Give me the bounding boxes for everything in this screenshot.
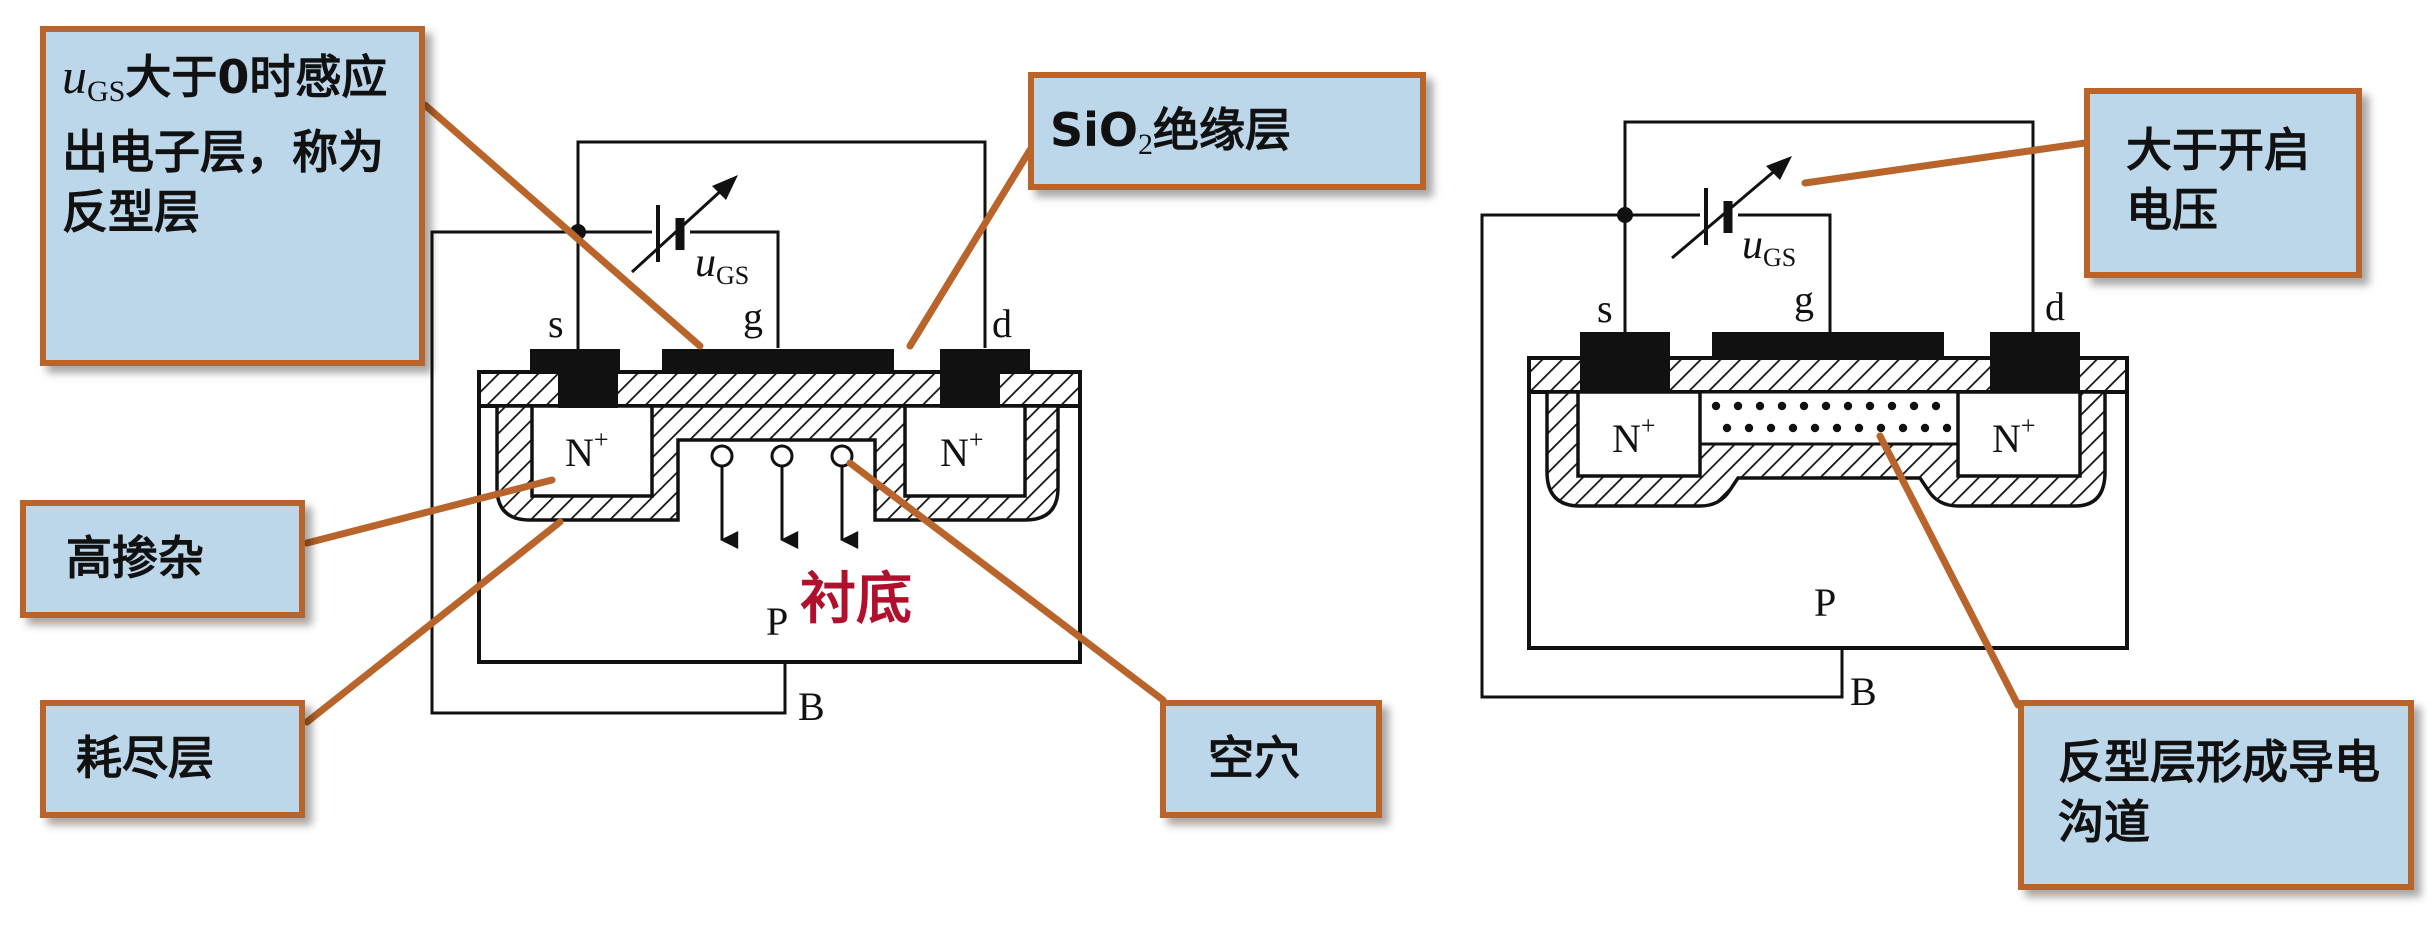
left-ugs-u: u bbox=[695, 240, 716, 286]
channel-electron-dot bbox=[1755, 401, 1765, 411]
right-n2-label: N bbox=[1992, 416, 2021, 461]
left-drain-contact bbox=[940, 360, 1000, 408]
right-inversion-channel bbox=[1698, 390, 1960, 446]
channel-electron-dot bbox=[1909, 401, 1919, 411]
channel-electron-dot bbox=[1788, 423, 1798, 433]
callout-holes-text: 空穴 bbox=[1208, 731, 1300, 785]
right-label-d: d bbox=[2045, 284, 2065, 329]
left-label-b: B bbox=[798, 684, 825, 729]
callout-doping: 高掺杂 bbox=[20, 500, 305, 618]
channel-electron-dot bbox=[1865, 401, 1875, 411]
right-drain-contact bbox=[1990, 332, 2080, 392]
svg-text:uGS: uGS bbox=[1742, 222, 1796, 272]
channel-electron-dot bbox=[1766, 423, 1776, 433]
left-label-d: d bbox=[992, 301, 1012, 346]
channel-electron-dot bbox=[1887, 401, 1897, 411]
right-mosfet: uGS N+ N+ s g d B P bbox=[1480, 120, 2129, 714]
channel-electron-dot bbox=[1733, 401, 1743, 411]
right-gate-contact bbox=[1712, 332, 1944, 358]
callout-depletion: 耗尽层 bbox=[40, 700, 305, 818]
channel-electron-dot bbox=[1843, 401, 1853, 411]
channel-electron-dot bbox=[1799, 401, 1809, 411]
left-ugs-sub: GS bbox=[716, 261, 749, 290]
left-n2-sup: + bbox=[969, 425, 984, 454]
channel-electron-dot bbox=[1942, 423, 1952, 433]
right-n1-sup: + bbox=[1641, 411, 1656, 440]
callout-ugs-u: u bbox=[62, 48, 87, 104]
right-label-s: s bbox=[1597, 286, 1613, 331]
right-n2-sup: + bbox=[2021, 411, 2036, 440]
channel-electron-dot bbox=[1744, 423, 1754, 433]
callout-depletion-text: 耗尽层 bbox=[76, 731, 214, 785]
channel-electron-dot bbox=[1777, 401, 1787, 411]
right-ugs-u: u bbox=[1742, 222, 1763, 268]
right-label-b: B bbox=[1850, 669, 1877, 714]
channel-electron-dot bbox=[1931, 401, 1941, 411]
channel-electron-dot bbox=[1832, 423, 1842, 433]
right-label-g: g bbox=[1794, 277, 1814, 322]
left-substrate-label: 衬底 bbox=[800, 566, 912, 632]
callout-sio2-pre: SiO bbox=[1050, 103, 1139, 157]
callout-threshold: 大于开启电压 bbox=[2084, 88, 2362, 278]
channel-electron-dot bbox=[1876, 423, 1886, 433]
left-n2-label: N bbox=[940, 430, 969, 475]
channel-electron-dot bbox=[1920, 423, 1930, 433]
callout-doping-text: 高掺杂 bbox=[66, 531, 204, 585]
channel-electron-dot bbox=[1722, 423, 1732, 433]
svg-text:uGS: uGS bbox=[695, 240, 749, 290]
channel-electron-dot bbox=[1810, 423, 1820, 433]
callout-holes: 空穴 bbox=[1160, 700, 1382, 818]
callout-sio2-text: 绝缘层 bbox=[1153, 103, 1292, 157]
callout-ugs-sub: GS bbox=[87, 75, 126, 108]
right-source-contact bbox=[1580, 332, 1670, 392]
right-ugs-sub: GS bbox=[1763, 243, 1796, 272]
left-n1-label: N bbox=[565, 430, 594, 475]
right-n1-label: N bbox=[1612, 416, 1641, 461]
left-source-contact bbox=[558, 360, 618, 408]
right-label-p: P bbox=[1814, 580, 1836, 625]
leader-sio2 bbox=[906, 146, 1034, 350]
left-label-p: P bbox=[766, 599, 788, 644]
left-gate-contact bbox=[662, 349, 894, 372]
leader-threshold bbox=[1801, 139, 2089, 187]
left-label-s: s bbox=[548, 301, 564, 346]
callout-channel: 反型层形成导电沟道 bbox=[2018, 700, 2414, 890]
callout-channel-text: 反型层形成导电沟道 bbox=[2058, 735, 2380, 849]
channel-electron-dot bbox=[1711, 401, 1721, 411]
hole-2 bbox=[770, 444, 794, 468]
channel-electron-dot bbox=[1854, 423, 1864, 433]
callout-inversion-layer: uGS大于0时感应出电子层，称为反型层 bbox=[40, 26, 425, 366]
left-n1-sup: + bbox=[594, 425, 609, 454]
callout-sio2: SiO2绝缘层 bbox=[1028, 72, 1426, 190]
channel-electron-dot bbox=[1898, 423, 1908, 433]
left-label-g: g bbox=[743, 294, 763, 339]
right-junction-dot bbox=[1617, 207, 1633, 223]
channel-electron-dot bbox=[1821, 401, 1831, 411]
hole-1 bbox=[710, 444, 734, 468]
callout-sio2-sub: 2 bbox=[1138, 128, 1154, 161]
callout-threshold-text: 大于开启电压 bbox=[2126, 123, 2310, 237]
